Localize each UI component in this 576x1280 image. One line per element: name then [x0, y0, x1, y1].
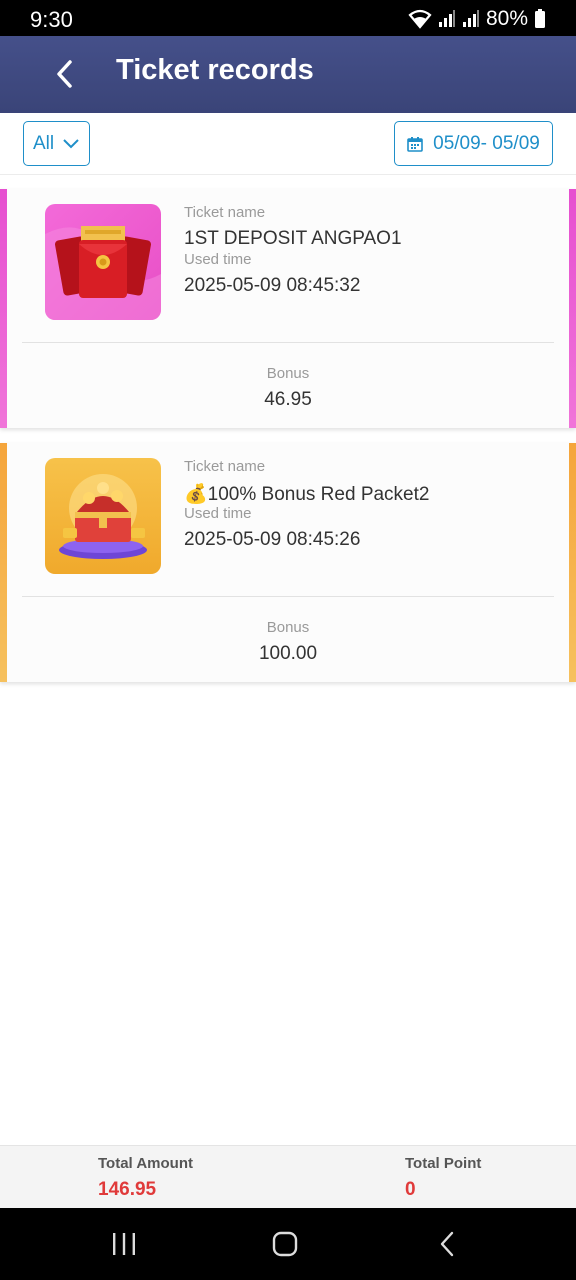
home-button[interactable]	[265, 1228, 305, 1260]
status-bar: 9:30 80%	[0, 0, 576, 36]
used-time-label: Used time	[184, 505, 252, 522]
totals-footer: Total Amount 146.95 Total Point 0	[0, 1145, 576, 1208]
chevron-down-icon	[63, 138, 79, 148]
ticket-record-card: Ticket name 1ST DEPOSIT ANGPAO1 Used tim…	[0, 189, 576, 428]
recent-apps-button[interactable]	[104, 1228, 144, 1260]
bonus-label: Bonus	[266, 365, 310, 382]
ticket-name-label: Ticket name	[184, 458, 266, 475]
calendar-icon	[407, 136, 423, 152]
signal-icon	[438, 10, 455, 27]
bonus-label: Bonus	[266, 619, 310, 636]
ticket-record-card: Ticket name 💰100% Bonus Red Packet2 Used…	[0, 443, 576, 682]
recent-apps-icon	[113, 1233, 135, 1255]
ticket-name: 1ST DEPOSIT ANGPAO1	[184, 228, 402, 249]
status-time: 9:30	[30, 7, 73, 32]
total-point-label: Total Point	[405, 1155, 482, 1172]
used-time: 2025-05-09 08:45:26	[184, 529, 361, 550]
total-amount-label: Total Amount	[98, 1155, 193, 1172]
bonus-value: 46.95	[264, 389, 312, 410]
total-point-section: Total Point 0	[405, 1155, 481, 1201]
chevron-left-icon	[57, 60, 72, 88]
status-icons: 80%	[408, 7, 546, 31]
bonus-value: 100.00	[258, 643, 318, 664]
used-time-label: Used time	[184, 251, 252, 268]
divider	[22, 342, 554, 343]
filter-bar: All 05/09- 05/09	[0, 113, 576, 175]
used-time: 2025-05-09 08:45:32	[184, 275, 361, 296]
date-range-picker[interactable]: 05/09- 05/09	[394, 121, 553, 166]
red-envelope-icon	[45, 204, 161, 320]
date-range-value: 05/09- 05/09	[433, 132, 540, 154]
type-filter-dropdown[interactable]: All	[23, 121, 90, 166]
app-header: Ticket records	[0, 36, 576, 113]
home-icon	[272, 1231, 298, 1257]
divider	[22, 596, 554, 597]
back-button[interactable]	[48, 56, 80, 92]
total-point-value: 0	[405, 1179, 416, 1200]
signal-icon	[462, 10, 479, 27]
system-nav-bar	[0, 1208, 576, 1280]
battery-icon	[535, 9, 545, 28]
treasure-chest-icon	[45, 458, 161, 574]
type-filter-value: All	[32, 132, 55, 154]
total-amount-value: 146.95	[98, 1179, 157, 1200]
wifi-icon	[408, 9, 432, 29]
page-title: Ticket records	[116, 54, 314, 86]
ticket-name: 💰100% Bonus Red Packet2	[184, 484, 430, 505]
total-amount-section: Total Amount 146.95	[98, 1155, 193, 1201]
battery-percent: 80%	[485, 7, 528, 30]
nav-back-button[interactable]	[427, 1228, 467, 1260]
ticket-name-label: Ticket name	[184, 204, 266, 221]
back-icon	[440, 1231, 454, 1257]
